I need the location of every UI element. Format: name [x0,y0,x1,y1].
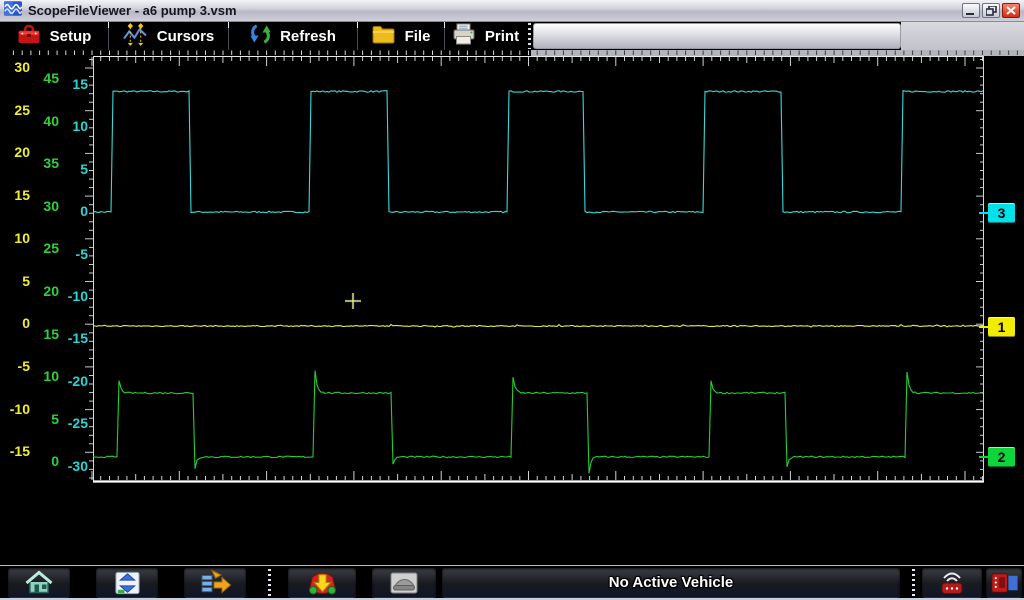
taskbar: No Active Vehicle [0,565,1024,600]
scanner-data-button[interactable] [184,568,246,597]
folder-icon [372,25,396,48]
minimize-button[interactable] [962,3,980,18]
window-title: ScopeFileViewer - a6 pump 3.vsm [28,3,960,18]
y-axis-label-ch3: -20 [50,374,88,389]
y-axis-label-ch3: -25 [50,416,88,431]
no-active-vehicle-status: No Active Vehicle [609,574,734,591]
toolbar-flat-area [901,22,1024,50]
playback-toolbar: 00:00:095 x1 [0,505,1024,565]
toolbar-empty-panel [533,23,901,49]
refresh-button[interactable]: Refresh [229,22,357,50]
y-axis-label-ch3: 0 [50,204,88,219]
power-module-button[interactable] [986,568,1022,597]
data-manager-button[interactable] [96,568,158,597]
vehicle-icon [306,569,339,596]
y-axis-label-ch3: -30 [50,459,88,474]
channel-marker-2[interactable]: 2 [988,447,1015,467]
home-icon [23,569,55,596]
restore-button[interactable] [982,3,1000,18]
title-bar: ScopeFileViewer - a6 pump 3.vsm [0,0,1024,22]
printer-icon [452,23,476,49]
scope-display[interactable] [0,56,1024,484]
file-label: File [405,28,431,45]
refresh-label: Refresh [280,28,336,45]
y-axis-label-ch3: 10 [50,119,88,134]
app-icon [4,1,22,21]
wireless-device-icon [936,568,968,597]
y-axis-label-ch3: -15 [50,331,88,346]
cursors-label: Cursors [157,28,215,45]
cursors-icon [123,23,148,50]
close-button[interactable] [1002,3,1020,18]
channel-marker-3[interactable]: 3 [988,203,1015,223]
toolbox-icon [17,24,41,49]
print-label: Print [485,28,519,45]
setup-button[interactable]: Setup [0,22,108,50]
toolbar-buttons: Setup Cursors Refresh File Print [0,22,526,50]
main-toolbar: Setup Cursors Refresh File Print [0,22,1024,50]
wireless-module-button[interactable] [922,568,982,597]
taskbar-separator [912,569,915,596]
car-window-icon [388,570,420,596]
y-axis-label-ch3: -5 [50,247,88,262]
vehicle-status-cell: No Active Vehicle [442,568,900,597]
window-arrows-icon [112,570,143,596]
module-icon [989,570,1020,596]
y-axis-label-ch3: -10 [50,289,88,304]
home-button[interactable] [8,568,70,597]
channel-marker-1[interactable]: 1 [988,317,1015,337]
taskbar-separator [268,569,271,596]
y-axis-label-ch3: 5 [50,162,88,177]
setup-label: Setup [50,28,92,45]
file-button[interactable]: File [358,22,444,50]
vehicle-record-button[interactable] [372,568,436,597]
cursors-button[interactable]: Cursors [109,22,228,50]
vehicle-select-button[interactable] [288,568,356,597]
x-axis-label-strip: 050100150200250300350400450500 µs [0,484,1024,505]
y-axis-label-ch3: 15 [50,77,88,92]
list-arrow-icon [199,569,231,596]
refresh-icon [250,22,271,50]
print-button[interactable]: Print [445,22,526,50]
toolbar-separator [528,23,531,49]
scopefileviewer-window: ScopeFileViewer - a6 pump 3.vsm Setup Cur… [0,0,1024,600]
